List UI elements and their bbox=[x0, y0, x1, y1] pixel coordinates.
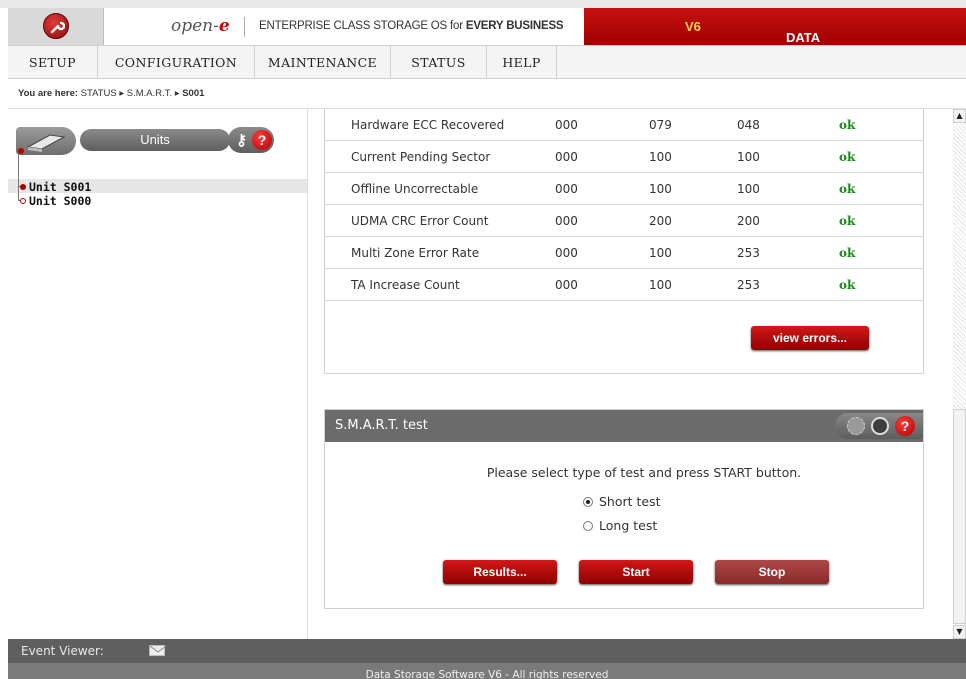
units-toolbar: Units ⚷ ? bbox=[10, 125, 278, 155]
menu-maintenance[interactable]: MAINTENANCE bbox=[255, 46, 391, 79]
product-version: V6 bbox=[685, 19, 701, 34]
scrollbar-thumb[interactable] bbox=[953, 409, 966, 624]
smart-test-header: S.M.A.R.T. test ? bbox=[325, 410, 923, 442]
scroll-up-icon[interactable]: ▲ bbox=[953, 109, 966, 123]
main-menu: SETUP CONFIGURATION MAINTENANCE STATUS H… bbox=[8, 46, 966, 79]
event-viewer-label: Event Viewer: bbox=[21, 644, 104, 658]
test-instructions: Please select type of test and press STA… bbox=[486, 465, 802, 480]
menu-configuration[interactable]: CONFIGURATION bbox=[98, 46, 255, 79]
help-icon[interactable]: ? bbox=[252, 130, 272, 150]
copyright-footer: Data Storage Software V6 - All rights re… bbox=[8, 663, 966, 679]
app-header: open-e ENTERPRISE CLASS STORAGE OS for E… bbox=[8, 8, 966, 75]
results-button[interactable]: Results... bbox=[443, 560, 557, 584]
short-test-option[interactable]: Short test bbox=[583, 494, 661, 509]
menu-help[interactable]: HELP bbox=[487, 46, 557, 79]
mail-icon[interactable] bbox=[149, 645, 166, 656]
main-scrollbar[interactable]: ▲ ▼ bbox=[953, 109, 966, 639]
smart-test-panel: S.M.A.R.T. test ? Please select type of … bbox=[324, 409, 924, 609]
radio-empty-icon[interactable] bbox=[583, 521, 593, 531]
table-row: Hardware ECC Recovered 000 079 048 ok bbox=[325, 109, 923, 141]
unit-s000-item[interactable]: Unit S000 bbox=[12, 194, 91, 208]
smart-attributes-table: Hardware ECC Recovered 000 079 048 ok Curren… bbox=[324, 109, 924, 374]
breadcrumb-current: S001 bbox=[182, 88, 205, 99]
settings-key-icon[interactable]: ⚷ bbox=[236, 131, 247, 149]
units-tools: ⚷ ? bbox=[228, 127, 274, 153]
unit-status-icon bbox=[20, 198, 26, 204]
app-frame: open-e ENTERPRISE CLASS STORAGE OS for E… bbox=[8, 8, 966, 679]
stop-button[interactable]: Stop bbox=[715, 560, 829, 584]
tagline: ENTERPRISE CLASS STORAGE OS for EVERY BU… bbox=[259, 20, 564, 32]
unit-s001-item[interactable]: Unit S001 bbox=[12, 180, 91, 194]
table-row: Multi Zone Error Rate 000 100 253 ok bbox=[325, 237, 923, 269]
unit-status-icon bbox=[20, 184, 26, 190]
table-row: UDMA CRC Error Count 000 200 200 ok bbox=[325, 205, 923, 237]
brand-divider bbox=[244, 17, 245, 37]
logo-box[interactable] bbox=[8, 8, 104, 45]
menu-status[interactable]: STATUS bbox=[391, 46, 487, 79]
brand-logo: open-e bbox=[171, 16, 230, 36]
start-button[interactable]: Start bbox=[579, 560, 693, 584]
panel-tools: ? bbox=[835, 413, 923, 439]
units-title: Units bbox=[80, 129, 230, 151]
tree-root-dot bbox=[18, 148, 24, 154]
breadcrumb: You are here: STATUS ▸ S.M.A.R.T. ▸ S001 bbox=[8, 79, 966, 109]
event-viewer-bar: Event Viewer: bbox=[8, 639, 966, 663]
refresh-icon[interactable] bbox=[871, 417, 889, 435]
units-panel: Units ⚷ ? Unit S001 Unit S000 bbox=[8, 109, 308, 639]
main-content: Hardware ECC Recovered 000 079 048 ok Curren… bbox=[309, 109, 953, 639]
table-row: Offline Uncorrectable 000 100 100 ok bbox=[325, 173, 923, 205]
breadcrumb-path[interactable]: STATUS ▸ S.M.A.R.T. ▸ bbox=[78, 88, 182, 99]
scroll-down-icon[interactable]: ▼ bbox=[953, 625, 966, 639]
radio-selected-icon[interactable] bbox=[583, 497, 593, 507]
menu-setup[interactable]: SETUP bbox=[8, 46, 98, 79]
table-row: TA Increase Count 000 100 253 ok bbox=[325, 269, 923, 301]
smart-test-title: S.M.A.R.T. test bbox=[335, 418, 428, 433]
breadcrumb-label: You are here: bbox=[18, 88, 79, 99]
view-errors-button[interactable]: view errors... bbox=[751, 326, 869, 350]
top-edge bbox=[0, 0, 966, 8]
long-test-option[interactable]: Long test bbox=[583, 518, 657, 533]
table-row: Current Pending Sector 000 100 100 ok bbox=[325, 141, 923, 173]
storage-unit-icon bbox=[16, 127, 76, 155]
settings-icon[interactable] bbox=[847, 417, 865, 435]
help-icon[interactable]: ? bbox=[895, 416, 915, 436]
wrench-logo-icon bbox=[43, 13, 69, 39]
product-banner: DATA STORAGE SOFTWARE V6 bbox=[584, 8, 966, 75]
